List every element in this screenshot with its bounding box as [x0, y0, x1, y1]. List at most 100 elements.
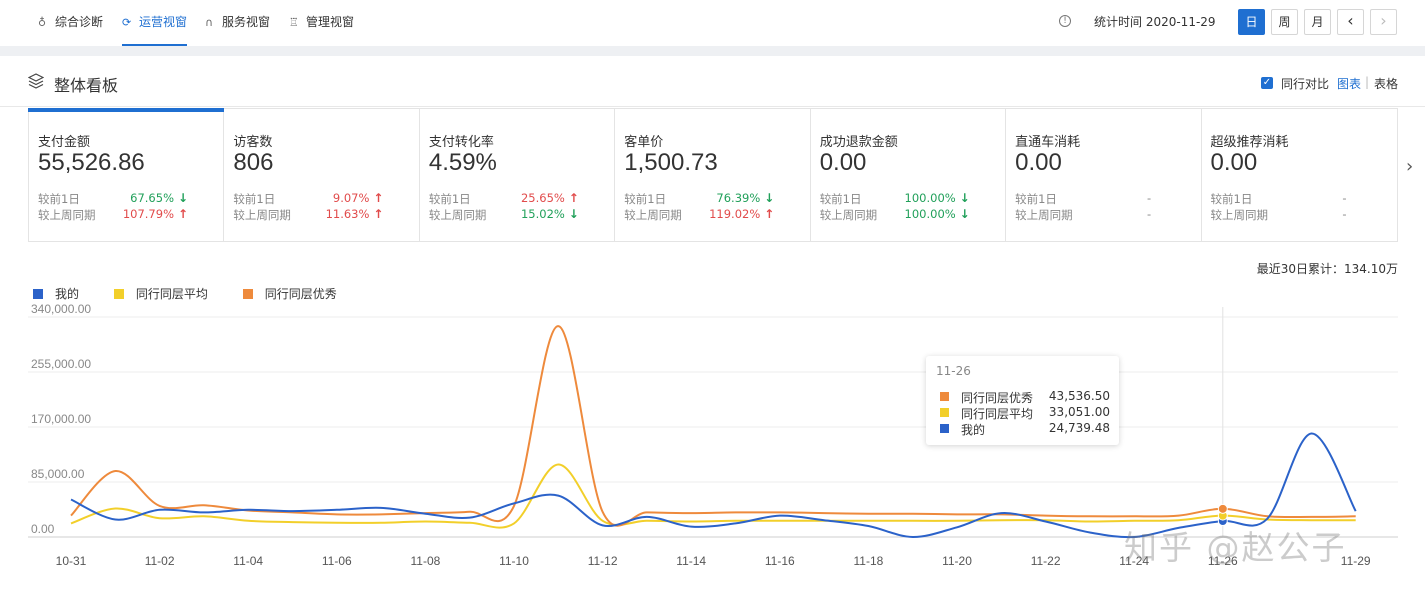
tab-label: 管理视窗: [306, 15, 355, 29]
period-day-button[interactable]: 日: [1238, 9, 1265, 35]
loop-icon: ⟳: [122, 16, 132, 29]
compare-percent: 67.65%: [130, 191, 174, 205]
metric-value: 0.00: [1015, 149, 1062, 176]
metric-value: 55,526.86: [38, 149, 145, 176]
view-table-link[interactable]: 表格: [1374, 75, 1398, 92]
compare-percent: 119.02%: [709, 207, 761, 221]
legend-swatch: [242, 289, 253, 299]
top-nav: ♁ 综合诊断 ⟳ 运营视窗 ∩ 服务视窗 ♖ 管理视窗 ! 统计时间 2020-11-2…: [0, 0, 1425, 46]
compare-label: 较上周同期: [1210, 208, 1269, 222]
x-tick-label: 11-16: [765, 554, 795, 568]
series-line-avg: [70, 463, 1356, 529]
prev-date-button[interactable]: ‹: [1337, 9, 1364, 35]
metric-card[interactable]: 超级推荐消耗 0.00 较前1日 - 较上周同期 -: [1202, 109, 1397, 241]
view-chart-link[interactable]: 图表: [1337, 75, 1361, 92]
tab-label: 运营视窗: [139, 15, 188, 29]
metric-value: 1,500.73: [624, 149, 718, 176]
compare-label: 较前1日: [819, 192, 862, 206]
compare-last-week: 较上周同期 -: [1015, 207, 1165, 223]
metric-card[interactable]: 客单价 1,500.73 较前1日 76.39% ↓ 较上周同期 119.02% ↑: [615, 109, 811, 241]
period-week-button[interactable]: 周: [1271, 9, 1298, 35]
compare-checkbox[interactable]: ✓: [1261, 77, 1273, 89]
x-tick-label: 11-08: [410, 554, 440, 568]
metric-value: 4.59%: [428, 149, 497, 176]
view-separator: |: [1365, 75, 1370, 89]
legend-label: 同行同层优秀: [264, 287, 337, 301]
x-tick-label: 11-02: [145, 554, 175, 568]
tab-operations-view[interactable]: ⟳ 运营视窗: [122, 0, 188, 46]
tooltip-series-name: 同行同层优秀: [961, 391, 1034, 405]
y-tick-label: 0.00: [31, 522, 55, 536]
compare-label: 较上周同期: [1015, 208, 1073, 222]
tooltip-swatch: [940, 392, 949, 401]
hover-point-excellent: [1217, 503, 1228, 514]
tab-comprehensive-diagnosis[interactable]: ♁ 综合诊断: [38, 0, 103, 46]
tooltip-swatch: [940, 408, 949, 417]
x-tick-label: 10-31: [56, 554, 87, 568]
x-tick-label: 11-12: [588, 554, 618, 568]
series-line-excellent: [70, 325, 1356, 527]
tooltip-value: 43,536.50: [1048, 389, 1110, 403]
compare-percent: 25.65%: [520, 191, 565, 205]
metric-value: 806: [233, 149, 274, 176]
metric-card[interactable]: 支付转化率 4.59% 较前1日 25.65% ↑ 较上周同期 15.02% ↓: [420, 109, 616, 241]
metric-value: 0.00: [1210, 149, 1258, 176]
metric-title: 直通车消耗: [1015, 135, 1081, 150]
watermark: 知乎 @赵公子: [1124, 528, 1347, 567]
metric-card[interactable]: 支付金额 55,526.86 较前1日 67.65% ↓ 较上周同期 107.79% ↑: [27, 108, 225, 241]
compare-label: 较前1日: [428, 192, 471, 206]
arrow-down-icon: ↓: [959, 191, 970, 205]
chart-tooltip: 11-26 同行同层优秀 43,536.50 同行同层平均 33,051.00 …: [926, 356, 1119, 445]
x-tick-label: 11-20: [942, 554, 972, 568]
arrow-down-icon: ↓: [177, 191, 188, 205]
compare-label: 较上周同期: [428, 208, 487, 222]
compare-label: 较上周同期: [233, 208, 291, 222]
compare-percent: 107.79%: [122, 207, 174, 221]
arrow-down-icon: ↓: [959, 207, 970, 221]
compare-percent: -: [1146, 191, 1152, 205]
info-icon[interactable]: !: [1059, 15, 1071, 27]
tooltip-value: 24,739.48: [1048, 421, 1110, 435]
period-month-button[interactable]: 月: [1304, 9, 1331, 35]
compare-label[interactable]: 同行对比: [1281, 75, 1329, 92]
metric-value: 0.00: [819, 149, 867, 176]
compare-last-week: 较上周同期 -: [1211, 207, 1361, 223]
tab-service-view[interactable]: ∩ 服务视窗: [205, 0, 270, 46]
stat-time: 统计时间 2020-11-29: [1094, 15, 1216, 29]
compare-label: 较上周同期: [819, 208, 878, 222]
x-tick-label: 11-18: [853, 554, 883, 568]
legend-swatch: [113, 289, 124, 299]
metric-cards: 支付金额 55,526.86 较前1日 67.65% ↓ 较上周同期 107.79% ↑ 访客数…: [27, 108, 1398, 242]
compare-last-week: 较上周同期 107.79% ↑: [38, 207, 188, 223]
tooltip-row: 同行同层优秀 43,536.50: [940, 389, 1110, 405]
tooltip-value: 33,051.00: [1048, 405, 1110, 419]
compare-percent: 100.00%: [904, 207, 956, 221]
metric-card[interactable]: 访客数 806 较前1日 9.07% ↑ 较上周同期 11.63% ↑: [224, 109, 420, 241]
metric-card[interactable]: 成功退款金额 0.00 较前1日 100.00% ↓ 较上周同期 100.00% ↓: [811, 109, 1007, 241]
x-tick-label: 11-04: [233, 554, 263, 568]
compare-prev-day: 较前1日 25.65% ↑: [429, 191, 579, 207]
compare-label: 较上周同期: [38, 208, 96, 222]
metric-title: 支付金额: [38, 135, 91, 150]
arrow-down-icon: ↓: [764, 191, 775, 205]
compare-last-week: 较上周同期 119.02% ↑: [624, 207, 774, 223]
next-cards-arrow[interactable]: ›: [1406, 156, 1413, 177]
tab-management-view[interactable]: ♖ 管理视窗: [289, 0, 354, 46]
metric-card[interactable]: 直通车消耗 0.00 较前1日 - 较上周同期 -: [1006, 109, 1202, 241]
legend-label: 同行同层平均: [135, 287, 208, 301]
compare-percent: 9.07%: [332, 191, 370, 205]
y-tick-label: 170,000.00: [31, 412, 91, 426]
compare-label: 较前1日: [1015, 192, 1057, 206]
y-tick-label: 340,000.00: [31, 302, 91, 316]
compare-percent: 11.63%: [325, 207, 370, 221]
x-tick-label: 11-06: [322, 554, 352, 568]
next-date-button[interactable]: ›: [1370, 9, 1397, 35]
tooltip-date: 11-26: [936, 364, 971, 378]
section-divider: [0, 46, 1425, 56]
compare-percent: 76.39%: [716, 191, 761, 205]
compare-percent: 15.02%: [520, 207, 565, 221]
legend-swatch: [33, 289, 43, 299]
compare-label: 较前1日: [233, 192, 276, 206]
y-tick-label: 85,000.00: [31, 467, 85, 481]
arrow-up-icon: ↑: [568, 191, 579, 205]
